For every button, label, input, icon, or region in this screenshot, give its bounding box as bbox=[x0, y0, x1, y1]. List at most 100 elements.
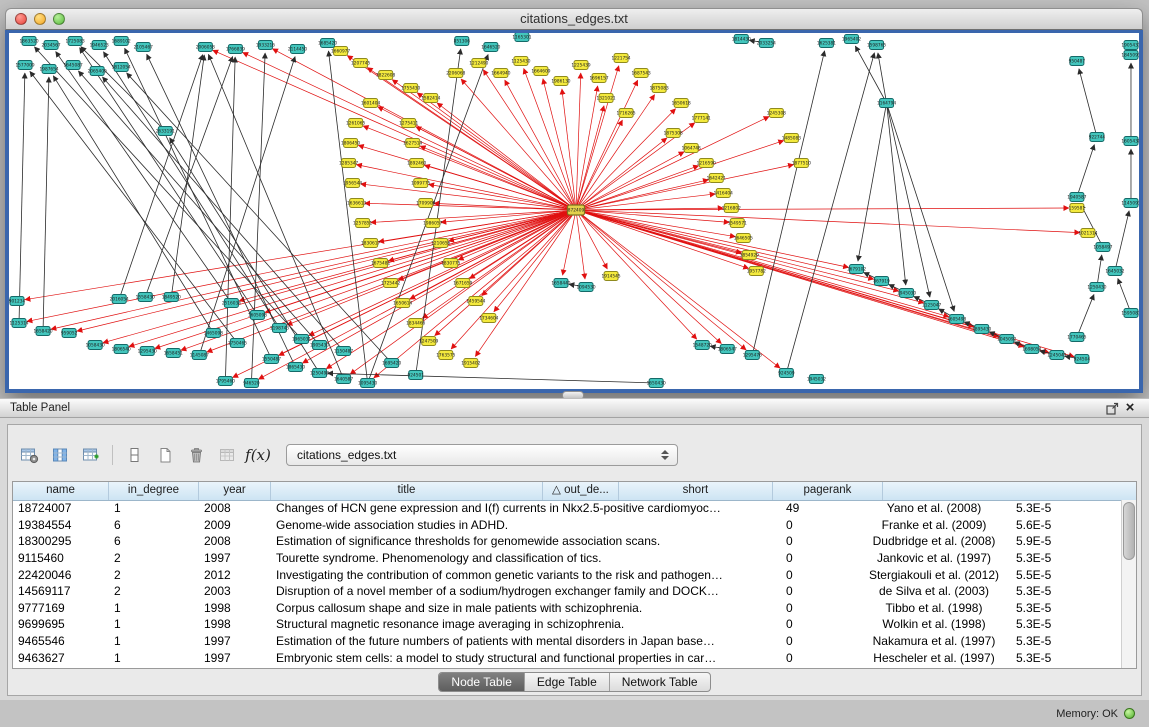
graph-node[interactable]: 1247509 bbox=[419, 337, 438, 346]
graph-node[interactable]: 950487 bbox=[1069, 57, 1086, 66]
import-table-icon[interactable] bbox=[214, 442, 240, 468]
table-row[interactable]: 911546021997Tourette syndrome. Phenomeno… bbox=[13, 550, 1121, 567]
table-row[interactable]: 2242004622012Investigating the contribut… bbox=[13, 566, 1121, 583]
table-row[interactable]: 1456911722003Disruption of a novel membe… bbox=[13, 583, 1121, 600]
graph-node[interactable]: 1734604 bbox=[479, 314, 498, 323]
graph-node[interactable]: 1689102 bbox=[112, 37, 131, 46]
column-header-out_de[interactable]: △ out_de... bbox=[543, 482, 619, 500]
network-graph-canvas[interactable]: 8724091660977120774518226081755430158241… bbox=[5, 30, 1143, 393]
graph-node[interactable]: 1671659 bbox=[453, 279, 472, 288]
delete-trash-icon[interactable] bbox=[183, 442, 209, 468]
graph-node[interactable]: 2016054 bbox=[110, 295, 129, 304]
graph-node[interactable]: 1165301 bbox=[512, 33, 531, 42]
graph-node[interactable]: 1795460 bbox=[216, 377, 235, 386]
graph-node[interactable]: 1295430 bbox=[138, 347, 157, 356]
graph-node[interactable]: 901234 bbox=[9, 297, 25, 306]
graph-node[interactable]: 2105467 bbox=[134, 43, 153, 52]
graph-node[interactable]: 1459544 bbox=[466, 297, 485, 306]
graph-node[interactable]: 1095430 bbox=[358, 379, 377, 388]
graph-node[interactable]: 1664940 bbox=[491, 69, 510, 78]
graph-node[interactable]: 1695420 bbox=[382, 359, 401, 368]
graph-node[interactable]: 1933216 bbox=[256, 41, 275, 50]
graph-node[interactable]: 1045092 bbox=[997, 335, 1016, 344]
graph-node[interactable]: 1605098 bbox=[248, 311, 267, 320]
graph-node[interactable]: 1216590 bbox=[697, 159, 716, 168]
graph-node[interactable]: 1806450 bbox=[341, 139, 360, 148]
graph-node[interactable]: 1698054 bbox=[1022, 345, 1041, 354]
graph-node[interactable]: 1675481 bbox=[371, 259, 390, 268]
graph-node[interactable]: 1595087 bbox=[1121, 309, 1139, 318]
graph-node[interactable]: 1216802 bbox=[722, 204, 741, 213]
graph-node[interactable]: 1915402 bbox=[461, 359, 480, 368]
graph-node[interactable]: 1321021 bbox=[596, 94, 615, 103]
graph-node[interactable]: 1664609 bbox=[531, 67, 550, 76]
graph-node[interactable]: 1986057 bbox=[423, 219, 442, 228]
graph-node[interactable]: 1766839 bbox=[226, 45, 245, 54]
graph-node[interactable]: 1806540 bbox=[112, 345, 131, 354]
graph-node[interactable]: 1064748 bbox=[682, 144, 701, 153]
graph-node[interactable]: 1986130 bbox=[551, 77, 570, 86]
graph-node[interactable]: 1598765 bbox=[867, 41, 886, 50]
graph-node[interactable]: 1145093 bbox=[1121, 199, 1139, 208]
graph-node[interactable]: 924509 bbox=[778, 369, 795, 378]
graph-node[interactable]: 1877510 bbox=[792, 159, 811, 168]
graph-node[interactable]: 946520 bbox=[243, 379, 260, 388]
graph-node[interactable]: 1687543 bbox=[632, 69, 651, 78]
graph-node[interactable]: 1125430 bbox=[511, 57, 530, 66]
graph-node[interactable]: 851306 bbox=[454, 37, 471, 46]
graph-node[interactable]: 1645032 bbox=[1105, 267, 1124, 276]
graph-node[interactable]: 1150487 bbox=[334, 347, 353, 356]
graph-node[interactable]: 1945032 bbox=[807, 375, 826, 384]
graph-node[interactable]: 2006058 bbox=[196, 43, 215, 52]
graph-node[interactable]: 1892460 bbox=[407, 159, 426, 168]
graph-node[interactable]: 1895430 bbox=[972, 325, 991, 334]
float-panel-icon[interactable] bbox=[1103, 400, 1121, 416]
graph-node[interactable]: 1058497 bbox=[1093, 243, 1112, 252]
graph-node[interactable]: 1094530 bbox=[576, 283, 595, 292]
graph-node[interactable]: 1577009 bbox=[15, 61, 34, 70]
graph-node[interactable]: 1812054 bbox=[112, 63, 131, 72]
graph-node[interactable]: 1295476 bbox=[743, 351, 762, 360]
graph-node[interactable]: 2114450 bbox=[288, 45, 307, 54]
graph-node[interactable]: 1145087 bbox=[190, 351, 209, 360]
graph-node[interactable]: 1755430 bbox=[401, 84, 420, 93]
graph-node[interactable]: 1650618 bbox=[672, 99, 691, 108]
graph-node[interactable]: 924504 bbox=[1074, 355, 1091, 364]
graph-node[interactable]: 1257851 bbox=[353, 219, 372, 228]
graph-node[interactable]: 1946523 bbox=[90, 41, 109, 50]
graph-node[interactable]: 1210656 bbox=[431, 239, 450, 248]
graph-node[interactable]: 1640587 bbox=[334, 375, 353, 384]
graph-node[interactable]: 1865430 bbox=[286, 363, 305, 372]
table-row[interactable]: 1830029562008Estimation of significance … bbox=[13, 533, 1121, 550]
graph-node[interactable]: 2034567 bbox=[41, 41, 60, 50]
graph-node[interactable]: 1212490 bbox=[469, 59, 488, 68]
graph-node[interactable]: 1275411 bbox=[399, 119, 418, 128]
tab-node-table[interactable]: Node Table bbox=[439, 673, 524, 691]
function-builder-button[interactable]: f(x) bbox=[245, 442, 271, 468]
graph-node[interactable]: 1696157 bbox=[589, 74, 608, 83]
graph-node[interactable]: 1854929 bbox=[740, 251, 759, 260]
graph-node[interactable]: 1806547 bbox=[718, 345, 737, 354]
graph-node[interactable]: 2206068 bbox=[446, 69, 465, 78]
graph-node[interactable]: 1709909 bbox=[416, 199, 435, 208]
graph-node[interactable]: 1777141 bbox=[692, 114, 711, 123]
graph-node[interactable]: 1660977 bbox=[331, 47, 350, 56]
graph-node[interactable]: 1250430 bbox=[1087, 283, 1106, 292]
graph-node[interactable]: 1650614 bbox=[393, 299, 412, 308]
graph-node[interactable]: 867919 bbox=[873, 277, 890, 286]
graph-node[interactable]: 1582414 bbox=[421, 94, 440, 103]
graph-node[interactable]: 1625381 bbox=[817, 39, 836, 48]
graph-node[interactable]: 1605498 bbox=[947, 315, 966, 324]
graph-node[interactable]: 1750465 bbox=[228, 339, 247, 348]
graph-node[interactable]: 1987654 bbox=[39, 65, 58, 74]
scrollbar-thumb[interactable] bbox=[1123, 502, 1135, 560]
graph-node[interactable]: 1834466 bbox=[406, 319, 425, 328]
graph-node[interactable]: 1658440 bbox=[551, 279, 570, 288]
graph-node[interactable]: 1965031 bbox=[292, 335, 311, 344]
table-row[interactable]: 946554611997Estimation of the future num… bbox=[13, 633, 1121, 650]
table-row[interactable]: 1872400712008Changes of HCN gene express… bbox=[13, 500, 1121, 517]
table-row[interactable]: 1938455462009Genome-wide association stu… bbox=[13, 517, 1121, 534]
graph-node[interactable]: 1550487 bbox=[262, 355, 281, 364]
graph-node[interactable]: 922744 bbox=[1089, 133, 1106, 142]
graph-node[interactable]: 1058430 bbox=[86, 341, 105, 350]
